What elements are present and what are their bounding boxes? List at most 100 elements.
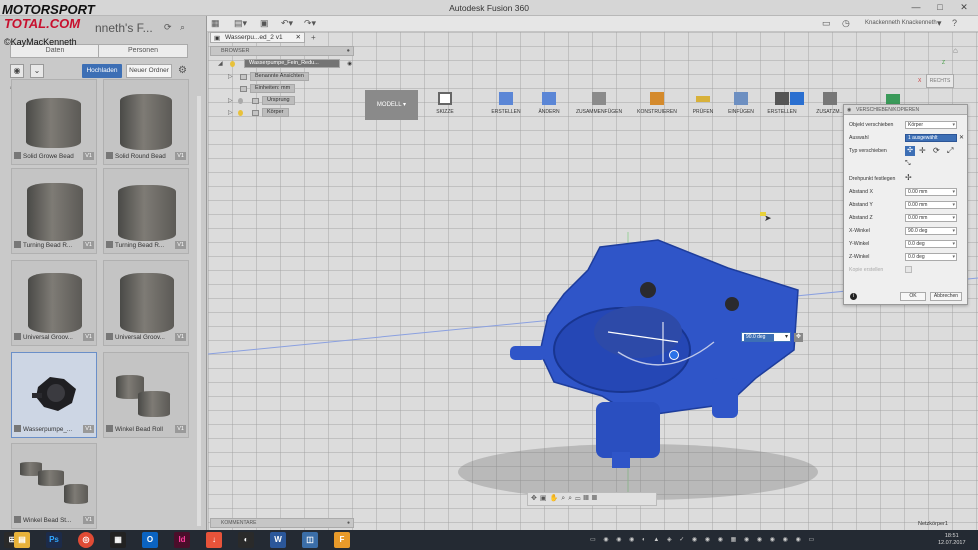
upload-button[interactable]: Hochladen: [82, 64, 122, 78]
document-tab[interactable]: ▣ Wasserpu...ed_2 v1 ✕: [210, 32, 305, 43]
list-item[interactable]: Turning Bead R... V1: [11, 168, 97, 254]
minimize-button[interactable]: —: [905, 1, 927, 14]
rotate-icon[interactable]: ⟳: [933, 146, 940, 155]
tab-personen[interactable]: Personen: [98, 44, 188, 58]
chrome-icon[interactable]: ◎: [78, 532, 94, 548]
fusion360-icon[interactable]: F: [334, 532, 350, 548]
undo-icon[interactable]: ↶▾: [281, 17, 293, 30]
file-menu-icon[interactable]: ▤▾: [234, 17, 247, 30]
z-angle-field[interactable]: 0.0 deg ▾: [905, 253, 957, 261]
maximize-button[interactable]: □: [929, 1, 951, 14]
clock[interactable]: 18:51 12.07.2017: [938, 533, 966, 547]
selection-button[interactable]: 1 ausgewählt: [905, 134, 957, 142]
browser-row[interactable]: ▷ Körper: [210, 108, 354, 118]
help-icon[interactable]: ?: [952, 17, 957, 30]
new-folder-button[interactable]: Neuer Ordner: [126, 64, 172, 78]
ribbon-assemble[interactable]: ZUSAMMENFÜGEN: [571, 92, 627, 118]
list-item[interactable]: Turning Bead R... V1: [103, 168, 189, 254]
cancel-button[interactable]: Abbrechen: [930, 292, 962, 301]
photoshop-icon[interactable]: Ps: [46, 532, 62, 548]
home-view-icon[interactable]: ⌂: [953, 46, 958, 55]
grid-icon[interactable]: ▦: [592, 495, 600, 502]
point-to-point-icon[interactable]: ⤢: [947, 146, 953, 156]
info-icon[interactable]: i: [850, 293, 857, 300]
dialog-title[interactable]: ◉ VERSCHIEBEN/KOPIEREN: [844, 105, 967, 115]
ribbon-construct[interactable]: KONSTRUIEREN: [633, 92, 681, 118]
y-angle-field[interactable]: 0.0 deg ▾: [905, 240, 957, 248]
ok-button[interactable]: OK: [900, 292, 926, 301]
view-toggle-icon[interactable]: ◉: [10, 64, 24, 78]
ribbon-modify[interactable]: ÄNDERN: [531, 92, 567, 118]
user-menu[interactable]: Knackenneth Knackenneth: [865, 17, 937, 30]
comments-pin-icon[interactable]: ●: [347, 519, 350, 528]
job-status-icon[interactable]: ◷: [842, 17, 850, 30]
scrollbar[interactable]: [197, 96, 201, 526]
ribbon-addins[interactable]: ZUSATZM...: [813, 92, 847, 118]
viewcube-face[interactable]: RECHTS: [926, 74, 954, 88]
ribbon-sketch[interactable]: SKIZZE: [421, 92, 469, 118]
object-select[interactable]: Körper ▾: [905, 121, 957, 129]
user-dropdown-icon[interactable]: ▾: [937, 17, 942, 30]
system-tray[interactable]: ▭ ◉ ◉ ◉ ◐ ▲ ◈ ✓ ◉ ◉ ◉ ▦ ◉ ◉ ◉ ◉ ◉ ▭: [590, 536, 817, 543]
media-icon[interactable]: ▦: [110, 532, 126, 548]
list-item[interactable]: Winkel Bead Roll V1: [103, 352, 189, 438]
distance-z-field[interactable]: 0.00 mm ▾: [905, 214, 957, 222]
browser-row[interactable]: Einheiten: mm: [210, 84, 354, 94]
ribbon-create[interactable]: ERSTELLEN: [483, 92, 529, 118]
expand-icon[interactable]: ▷: [228, 108, 233, 118]
distance-y-field[interactable]: 0.00 mm ▾: [905, 201, 957, 209]
file-explorer-icon[interactable]: ▤: [14, 532, 30, 548]
browser-root-row[interactable]: ◢ Wasserpumpe_Fein_Redu... ◉: [210, 59, 354, 69]
pin-icon[interactable]: ●: [347, 47, 350, 56]
gear-icon[interactable]: ⚙: [178, 65, 187, 76]
pivot-icon[interactable]: ✢: [905, 173, 912, 182]
point-to-position-icon[interactable]: ⤡: [905, 160, 911, 168]
x-angle-field[interactable]: 90.0 deg ▾: [905, 227, 957, 235]
close-button[interactable]: ✕: [953, 1, 975, 14]
comments-panel[interactable]: KOMMENTARE ●: [210, 518, 354, 528]
angle-input[interactable]: 90.0 deg ▾: [741, 332, 791, 342]
list-item[interactable]: Solid Round Bead V1: [103, 79, 189, 165]
indesign-icon[interactable]: Id: [174, 532, 190, 548]
browser-row[interactable]: ▷ Benannte Ansichten: [210, 72, 354, 82]
ribbon-inspect[interactable]: PRÜFEN: [687, 92, 719, 118]
expand-icon[interactable]: ▷: [228, 72, 233, 82]
browser-header[interactable]: BROWSER ●: [210, 46, 354, 56]
add-tab-icon[interactable]: +: [311, 33, 316, 42]
close-tab-icon[interactable]: ✕: [296, 33, 301, 43]
app-icon[interactable]: ◐: [238, 532, 254, 548]
collapse-icon[interactable]: ◢: [218, 59, 223, 69]
redo-icon[interactable]: ↷▾: [304, 17, 316, 30]
radio-active-icon[interactable]: ◉: [347, 59, 352, 69]
dialog-collapse-icon[interactable]: ◉: [847, 105, 851, 115]
manipulator-menu-icon[interactable]: ✥: [794, 333, 803, 342]
look-at-icon[interactable]: ▣: [540, 495, 550, 502]
refresh-icon[interactable]: ⟳: [164, 22, 172, 33]
viewcube[interactable]: Z X RECHTS: [918, 60, 956, 94]
free-move-icon[interactable]: ✣: [905, 146, 915, 156]
dropdown-icon[interactable]: ▾: [785, 333, 788, 340]
list-item-selected[interactable]: Wasserpumpe_... V1: [11, 352, 97, 438]
list-item[interactable]: Solid Growe Bead V1: [11, 79, 97, 165]
pan-icon[interactable]: ✋: [550, 495, 562, 502]
translate-icon[interactable]: ✛: [919, 146, 926, 155]
ribbon-insert[interactable]: EINFÜGEN: [723, 92, 759, 118]
visibility-bulb-icon[interactable]: [238, 110, 243, 116]
list-item[interactable]: Universal Groov... V1: [11, 260, 97, 346]
ribbon-make-extra[interactable]: [789, 92, 805, 118]
notification-icon[interactable]: ▭: [822, 17, 831, 30]
data-panel-grid-icon[interactable]: ▦: [211, 17, 220, 30]
chevron-down-icon[interactable]: ⌄: [30, 64, 44, 78]
orbit-icon[interactable]: ✥: [531, 495, 540, 502]
workspace-switcher[interactable]: MODELL ▾: [365, 90, 418, 120]
create-copy-checkbox[interactable]: [905, 266, 912, 273]
outlook-icon[interactable]: O: [142, 532, 158, 548]
save-icon[interactable]: ▣: [260, 17, 269, 30]
list-item[interactable]: Winkel Bead St... V1: [11, 443, 97, 529]
network-app-icon[interactable]: ◫: [302, 532, 318, 548]
visibility-bulb-icon[interactable]: [230, 61, 235, 67]
word-icon[interactable]: W: [270, 532, 286, 548]
clear-selection-icon[interactable]: ✕: [959, 134, 964, 141]
visibility-bulb-icon[interactable]: [238, 98, 243, 104]
browser-row[interactable]: ▷ Ursprung: [210, 96, 354, 106]
